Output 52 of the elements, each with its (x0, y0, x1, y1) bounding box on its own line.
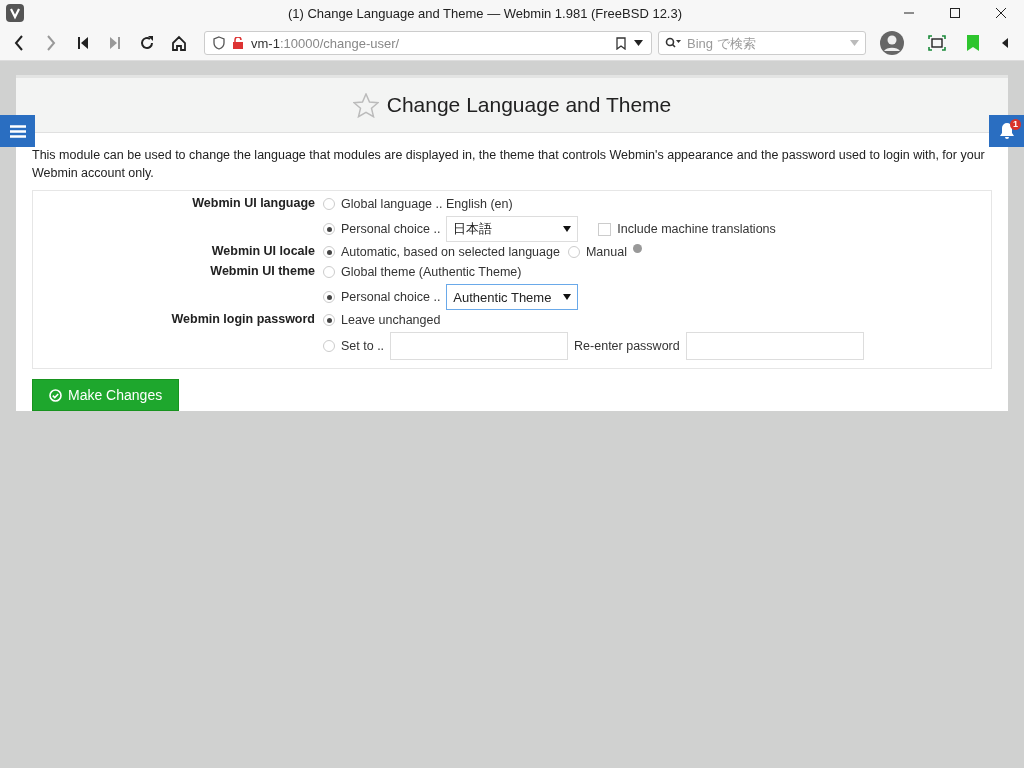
notifications-button[interactable]: 1 (989, 115, 1024, 147)
url-text: vm-1:10000/change-user/ (251, 35, 401, 51)
browser-logo-icon[interactable] (6, 4, 24, 22)
caret-icon (563, 226, 572, 232)
field-label: Webmin UI language (191, 195, 315, 212)
menu-button[interactable] (0, 115, 35, 147)
password-field[interactable] (685, 332, 864, 360)
search-icon (665, 37, 681, 49)
option-label: Manual (585, 245, 627, 259)
chevron-right-icon (46, 35, 56, 51)
reload-icon (139, 35, 155, 51)
panel-toggle-icon[interactable] (1002, 38, 1008, 48)
close-icon (996, 8, 1006, 18)
caret-icon[interactable] (634, 40, 643, 46)
address-bar[interactable]: vm-1:10000/change-user/ (204, 31, 652, 55)
field-label: Re-enter password (574, 339, 680, 353)
avatar-icon[interactable] (880, 31, 904, 55)
chevron-left-icon (14, 35, 24, 51)
field-label: Webmin login password (170, 311, 315, 328)
option-label: Personal choice .. (341, 222, 441, 236)
skip-back-icon (78, 37, 88, 49)
option-label: Leave unchanged (341, 313, 441, 327)
option-label: Automatic, based on selected language (341, 245, 560, 259)
check-circle-icon (49, 388, 62, 402)
capture-icon[interactable] (928, 35, 946, 51)
option-label: Global theme (Authentic Theme) (341, 265, 522, 279)
description: This module can be used to change the language that modules are displayed in, the theme that controls Webmin's appearance and the password used to login with, for your Webmin account only. (32, 147, 986, 182)
maximize-icon (950, 8, 960, 18)
option-label: Personal choice .. (341, 290, 441, 304)
checkbox[interactable] (598, 222, 612, 236)
help-icon[interactable] (632, 244, 642, 253)
bell-icon (997, 122, 1016, 140)
star-icon[interactable] (352, 92, 379, 118)
checkbox-label: Include machine translations (617, 222, 776, 236)
lock-icon (233, 37, 243, 49)
dropdown[interactable]: Authentic Theme (446, 284, 579, 310)
notification-count: 1 (1010, 119, 1021, 130)
option-label: Global language .. English (en) (341, 197, 513, 211)
page-title: Change Language and Theme (386, 93, 672, 117)
password-field[interactable] (390, 332, 569, 360)
field-label: Webmin UI locale (210, 243, 315, 260)
field-label: Webmin UI theme (209, 263, 315, 280)
shield-icon (213, 36, 225, 50)
bookmark-icon[interactable] (616, 36, 626, 50)
option-label: Set to .. (341, 339, 385, 353)
window-title: (1) Change Language and Theme — Webmin 1.981 (FreeBSD 12.3) (286, 5, 684, 21)
home-icon (171, 35, 187, 51)
dropdown[interactable]: 日本語 (446, 216, 579, 242)
caret-icon (563, 294, 572, 300)
skip-forward-icon (110, 37, 120, 49)
menu-icon (9, 124, 26, 138)
search-bar[interactable]: Bing で検索 (658, 31, 866, 55)
